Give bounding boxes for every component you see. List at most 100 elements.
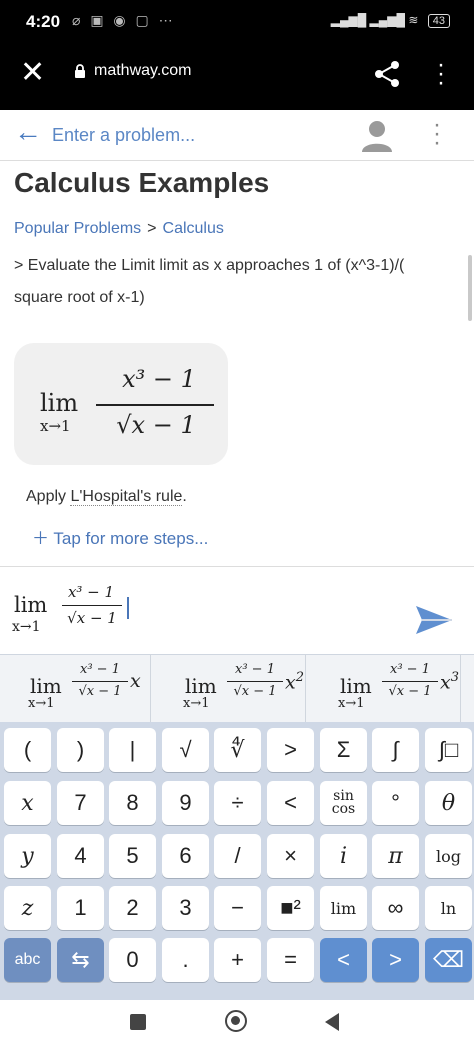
close-tab-icon[interactable]: ✕ <box>20 58 45 88</box>
breadcrumb-calculus[interactable]: Calculus <box>163 220 224 237</box>
key-6[interactable]: 6 <box>162 834 209 878</box>
backspace-key[interactable]: ⌫ <box>425 938 472 982</box>
notification-icons: ⌀ ▣ ◉ ▢ ⋯ <box>72 12 176 28</box>
pi-key[interactable]: π <box>372 834 419 878</box>
key-label: π <box>388 843 403 869</box>
problem-input[interactable] <box>50 121 344 149</box>
key-label: ⌫ <box>432 947 465 972</box>
sqrt-key[interactable]: √ <box>162 728 209 772</box>
key-9[interactable]: 9 <box>162 781 209 825</box>
key-z-key[interactable]: z <box>4 886 51 930</box>
definite-integral-key[interactable]: ∫□ <box>425 728 472 772</box>
minus-key[interactable]: − <box>214 886 261 930</box>
back-arrow-icon[interactable]: ← <box>14 118 42 146</box>
entry-lim: lim <box>14 593 48 617</box>
key-1[interactable]: 1 <box>57 886 104 930</box>
degree-key[interactable]: ° <box>372 781 419 825</box>
close-paren-key[interactable]: ) <box>57 728 104 772</box>
fraction-key[interactable]: ÷ <box>214 781 261 825</box>
key-label: 0 <box>126 947 139 972</box>
battery-icon: 43 <box>427 14 450 28</box>
key-label: ) <box>76 737 85 762</box>
key-label: ∫□ <box>438 737 459 762</box>
more-steps-label: Tap for more steps... <box>53 529 209 548</box>
key-label: abc <box>14 951 41 968</box>
natural-log-key[interactable]: ln <box>425 886 472 930</box>
limit-key[interactable]: lim <box>320 886 367 930</box>
open-paren-key[interactable]: ( <box>4 728 51 772</box>
share-icon[interactable] <box>372 59 402 89</box>
url-bar[interactable]: mathway.com <box>74 62 192 80</box>
key-7[interactable]: 7 <box>57 781 104 825</box>
exponent-key[interactable]: ■² <box>267 886 314 930</box>
key-label: lim <box>330 898 357 918</box>
suggestion-lim-subscript: x→1 <box>28 696 55 711</box>
key-y-key[interactable]: y <box>4 834 51 878</box>
trig-functions-key[interactable]: sin cos <box>320 781 367 825</box>
suggestion-factor: x2 <box>285 670 304 694</box>
key-label: / <box>234 843 241 868</box>
key-label: θ <box>441 790 456 816</box>
key-2[interactable]: 2 <box>109 886 156 930</box>
key-3[interactable]: 3 <box>162 886 209 930</box>
key-label: > <box>284 737 297 762</box>
signal-icon: ▂▄▆█ ▂▄▆█ <box>330 13 405 27</box>
lhospital-link[interactable]: L'Hospital's rule <box>70 488 183 506</box>
multiply-key[interactable]: × <box>267 834 314 878</box>
suggestion-lim-subscript: x→1 <box>183 696 210 711</box>
swap-key[interactable]: ⇆ <box>57 938 104 982</box>
recents-icon[interactable] <box>130 1014 146 1030</box>
suggestion-numerator: x³ − 1 <box>80 662 120 677</box>
greater-than-key[interactable]: > <box>267 728 314 772</box>
greater-than-key[interactable]: > <box>372 938 419 982</box>
integral-key[interactable]: ∫ <box>372 728 419 772</box>
math-entry-field[interactable]: lim x→1 x³ − 1 √x − 1 <box>0 567 474 653</box>
theta-key[interactable]: θ <box>425 781 472 825</box>
user-avatar-icon[interactable] <box>360 119 394 153</box>
less-than-key[interactable]: < <box>267 781 314 825</box>
back-icon[interactable] <box>323 1012 341 1032</box>
infinity-key[interactable]: ∞ <box>372 886 419 930</box>
lim-subscript: x→1 <box>40 417 71 435</box>
more-steps-button[interactable]: ＋ Tap for more steps... <box>32 524 208 549</box>
decimal-key[interactable]: . <box>162 938 209 982</box>
divide-key[interactable]: / <box>214 834 261 878</box>
key-label: 1 <box>74 895 87 920</box>
key-label: ∫ <box>392 737 399 762</box>
key-label: 3 <box>179 895 192 920</box>
equals-key[interactable]: = <box>267 938 314 982</box>
send-icon[interactable] <box>414 604 454 636</box>
key-label: y <box>21 843 34 869</box>
less-than-key[interactable]: < <box>320 938 367 982</box>
scrollbar[interactable] <box>468 255 472 321</box>
imaginary-i-key[interactable]: i <box>320 834 367 878</box>
key-5[interactable]: 5 <box>109 834 156 878</box>
breadcrumb-popular-problems[interactable]: Popular Problems <box>14 220 141 237</box>
breadcrumb-separator: > <box>147 220 157 237</box>
plus-icon: ＋ <box>32 529 54 548</box>
key-x-key[interactable]: x <box>4 781 51 825</box>
abc-keyboard-key[interactable]: abc <box>4 938 51 982</box>
suggestion-1[interactable]: lim x→1 x³ − 1 √x − 1 x <box>0 654 151 722</box>
suggestion-fraction-bar <box>227 681 283 682</box>
suggestion-factor: x <box>130 670 141 692</box>
suggestion-fraction-bar <box>72 681 128 682</box>
suggestion-denominator: √x − 1 <box>388 684 432 699</box>
sum-key[interactable]: Σ <box>320 728 367 772</box>
entry-lim-subscript: x→1 <box>12 619 41 635</box>
suggestion-2[interactable]: lim x→1 x³ − 1 √x − 1 x2 <box>155 654 306 722</box>
page-menu-icon[interactable]: · · · <box>432 113 442 155</box>
key-label: − <box>231 895 244 920</box>
suggestion-3[interactable]: lim x→1 x³ − 1 √x − 1 x3 <box>310 654 461 722</box>
key-label: 4 <box>74 843 87 868</box>
log-key[interactable]: log <box>425 834 472 878</box>
abs-value-key[interactable]: | <box>109 728 156 772</box>
plus-key[interactable]: + <box>214 938 261 982</box>
key-label: ∞ <box>387 895 404 920</box>
key-8[interactable]: 8 <box>109 781 156 825</box>
key-0[interactable]: 0 <box>109 938 156 982</box>
browser-menu-icon[interactable]: · · · <box>436 53 446 95</box>
home-icon[interactable] <box>225 1010 247 1032</box>
nth-root-key[interactable]: ∜ <box>214 728 261 772</box>
key-4[interactable]: 4 <box>57 834 104 878</box>
